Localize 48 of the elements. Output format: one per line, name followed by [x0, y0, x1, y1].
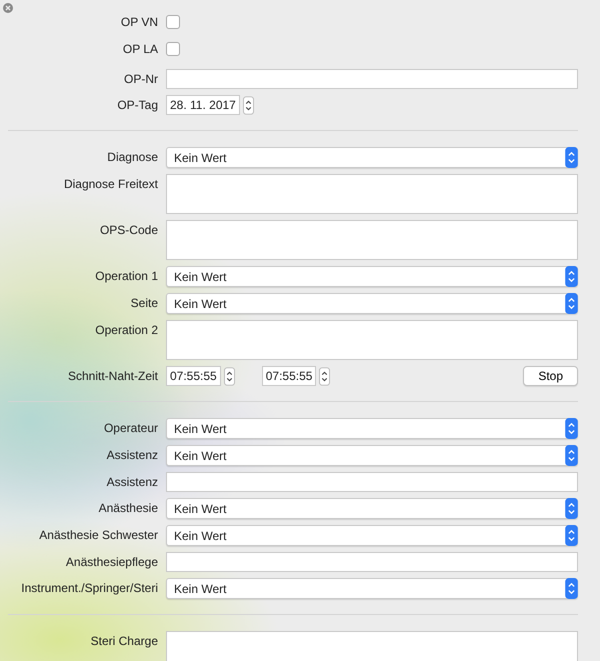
chevron-icon[interactable]	[565, 418, 578, 439]
date-field[interactable]: 28. 11. 2017	[166, 95, 240, 115]
stop-button[interactable]: Stop	[523, 366, 578, 386]
dropdown[interactable]: Kein Wert	[166, 525, 578, 546]
field-label: Seite	[130, 295, 159, 312]
field-label: Operateur	[102, 420, 159, 437]
field-label: OPS-Code	[98, 222, 159, 239]
time-field[interactable]: 07:55:55	[262, 366, 316, 386]
input-field[interactable]	[166, 69, 578, 89]
stepper-icon[interactable]	[242, 96, 254, 114]
field-label: OP VN	[120, 15, 159, 29]
dropdown[interactable]: Kein Wert	[166, 578, 578, 599]
field-label: OP-Nr	[123, 71, 159, 88]
field-label: Diagnose Freitext	[62, 176, 159, 193]
stepper-icon[interactable]	[224, 366, 235, 386]
field-label: Operation 2	[94, 322, 159, 339]
field-label: Operation 1	[94, 268, 159, 285]
checkbox[interactable]	[166, 15, 180, 29]
dropdown[interactable]: Kein Wert	[166, 418, 578, 439]
input-field[interactable]	[166, 552, 578, 572]
field-label: Anästhesie	[98, 500, 159, 517]
dropdown[interactable]: Kein Wert	[166, 293, 578, 314]
chevron-icon[interactable]	[565, 147, 578, 168]
input-field[interactable]	[166, 472, 578, 492]
field-label: OP LA	[122, 42, 159, 56]
checkbox[interactable]	[166, 42, 180, 56]
field-label: Assistenz	[106, 447, 159, 464]
chevron-icon[interactable]	[565, 293, 578, 314]
dropdown[interactable]: Kein Wert	[166, 147, 578, 168]
chevron-icon[interactable]	[565, 445, 578, 466]
time-field[interactable]: 07:55:55	[166, 366, 221, 386]
field-label: Anästhesiepflege	[64, 554, 159, 571]
chevron-icon[interactable]	[565, 525, 578, 546]
field-label: Assistenz	[106, 474, 159, 491]
field-label: Anästhesie Schwester	[38, 527, 159, 544]
dropdown[interactable]: Kein Wert	[166, 445, 578, 466]
dropdown[interactable]: Kein Wert	[166, 266, 578, 287]
field-label: Diagnose	[106, 149, 159, 166]
field-label: Instrument./Springer/Steri	[20, 580, 159, 597]
field-label: OP-Tag	[116, 97, 159, 114]
dropdown[interactable]: Kein Wert	[166, 498, 578, 519]
close-icon[interactable]	[3, 3, 13, 13]
chevron-icon[interactable]	[565, 266, 578, 287]
field-label: Steri Charge	[90, 633, 159, 650]
stepper-icon[interactable]	[319, 366, 330, 386]
chevron-icon[interactable]	[565, 578, 578, 599]
field-label: Schnitt-Naht-Zeit	[66, 368, 159, 385]
chevron-icon[interactable]	[565, 498, 578, 519]
